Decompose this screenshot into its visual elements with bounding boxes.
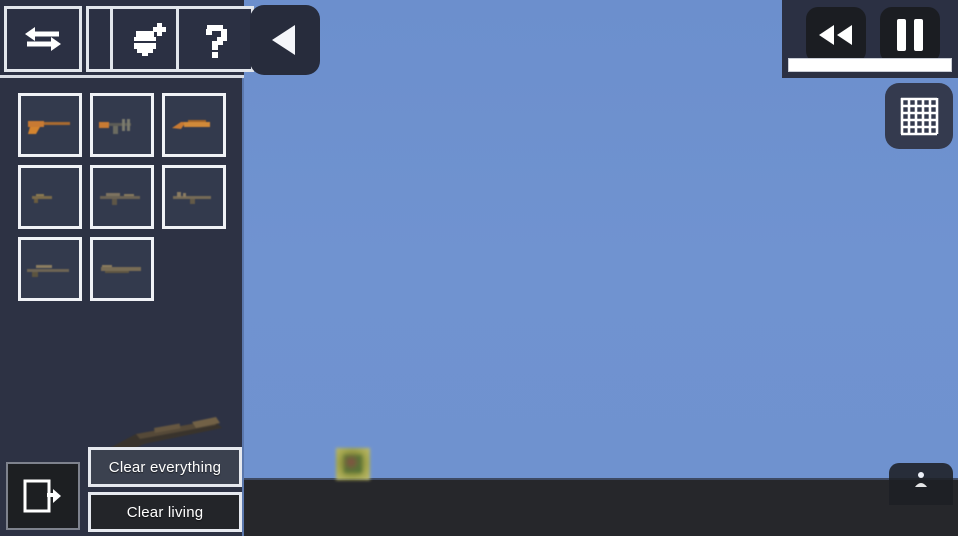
playback-controls xyxy=(782,0,958,78)
weapon-slot-5[interactable] xyxy=(162,165,226,229)
weapon-slot-2[interactable] xyxy=(162,93,226,157)
weapon-slot-6[interactable] xyxy=(18,237,82,301)
grid-toggle-button[interactable] xyxy=(885,83,953,149)
help-icon xyxy=(206,25,227,58)
spawn-icon xyxy=(915,472,927,487)
exit-button[interactable] xyxy=(6,462,80,530)
clear-living-label: Clear living xyxy=(126,503,204,521)
rewind-icon xyxy=(819,25,852,45)
back-triangle-icon xyxy=(272,25,295,55)
clear-everything-button[interactable]: Clear everything xyxy=(88,447,242,487)
weapon-shotgun xyxy=(101,265,141,273)
swap-icon xyxy=(25,27,61,51)
exit-icon xyxy=(23,479,61,513)
world-crate[interactable] xyxy=(336,448,370,480)
weapon-grid xyxy=(18,93,238,301)
clear-everything-label: Clear everything xyxy=(108,458,222,476)
weapon-assault-rifle xyxy=(100,193,140,205)
weapon-sniper xyxy=(27,265,69,277)
weapon-slot-0[interactable] xyxy=(18,93,82,157)
weapon-rifle xyxy=(32,194,52,203)
pause-icon-bar-right xyxy=(914,19,923,51)
paint-bucket-icon xyxy=(134,23,166,56)
weapon-slot-3[interactable] xyxy=(18,165,82,229)
clear-living-button[interactable]: Clear living xyxy=(88,492,242,532)
weapon-slot-1[interactable] xyxy=(90,93,154,157)
back-button[interactable] xyxy=(250,5,320,75)
swap-button[interactable] xyxy=(4,6,82,72)
spawn-button[interactable] xyxy=(889,463,953,505)
weapon-pistol xyxy=(28,121,70,134)
rewind-button[interactable] xyxy=(806,7,866,63)
game-screen: Clear everything Clear living xyxy=(0,0,958,536)
left-sidebar: Clear everything Clear living xyxy=(0,0,254,536)
help-button[interactable] xyxy=(176,6,254,72)
grid-icon xyxy=(900,97,939,136)
sidebar-toolbar xyxy=(0,0,254,78)
time-slider[interactable] xyxy=(788,58,952,72)
weapon-smg xyxy=(99,119,131,134)
pause-button[interactable] xyxy=(880,7,940,63)
weapon-slot-4[interactable] xyxy=(90,165,154,229)
weapon-carbine xyxy=(173,192,211,204)
pause-icon-bar-left xyxy=(897,19,906,51)
weapon-slot-7[interactable] xyxy=(90,237,154,301)
weapon-sawed-off xyxy=(172,120,210,129)
